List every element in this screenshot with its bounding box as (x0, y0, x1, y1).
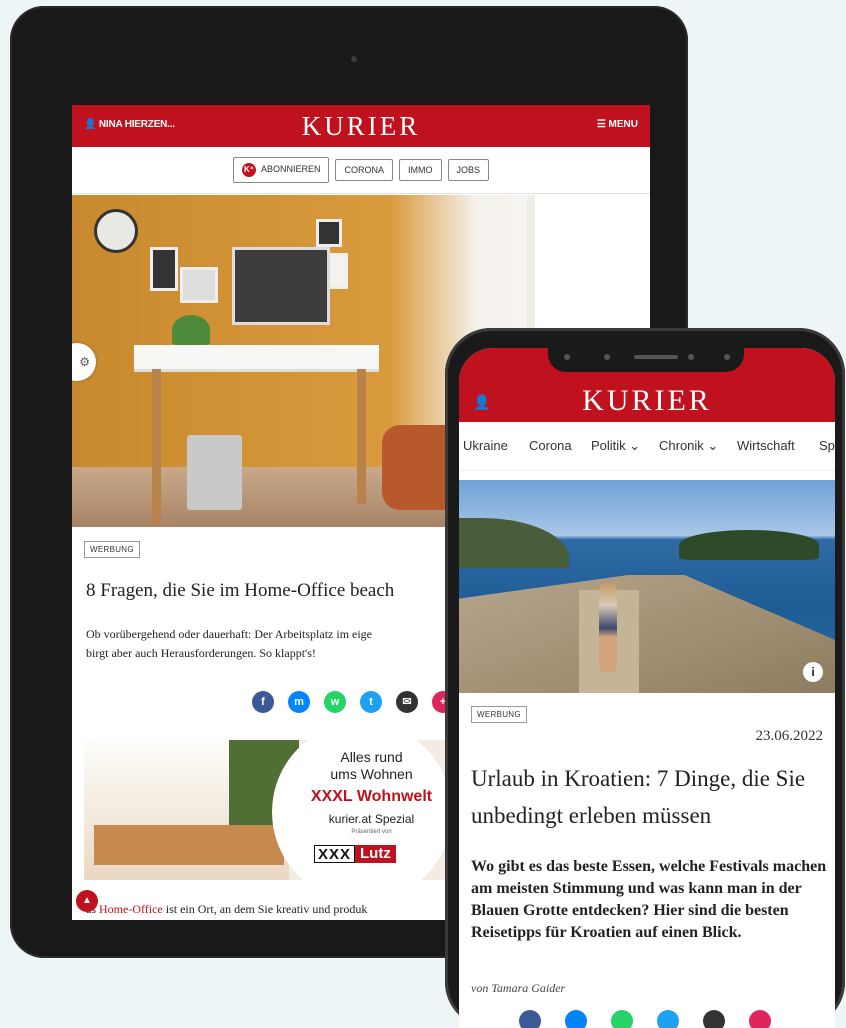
article-body-text: as Home-Office ist ein Ort, an dem Sie k… (86, 902, 367, 917)
tablet-camera (351, 56, 357, 62)
body-post: ist ein Ort, an dem Sie kreativ und prod… (162, 902, 368, 916)
phone-category-nav: Ukraine Corona Politik ⌄ Chronik ⌄ Wirts… (459, 422, 835, 471)
subscribe-button[interactable]: K⁺ ABONNIEREN (232, 157, 330, 183)
ad-presented: Präsentiert von (351, 829, 392, 835)
croatia-hero-image[interactable]: i (459, 480, 835, 693)
share-bar: f m w t ✉ + (252, 691, 454, 713)
settings-icon[interactable]: ⚙ (72, 343, 96, 381)
whatsapp-icon[interactable] (611, 1010, 633, 1028)
notch-speaker (634, 355, 678, 359)
nav-politik[interactable]: Politik ⌄ (591, 438, 640, 454)
hero-plant (172, 315, 210, 345)
hero-person (599, 583, 617, 673)
summary-line: Ob vorübergehend oder dauerhaft: Der Arb… (86, 627, 373, 641)
ad-badge: WERBUNG (471, 706, 527, 723)
notch-sensor (688, 354, 694, 360)
more-share-icon[interactable] (749, 1010, 771, 1028)
hero-coast (459, 518, 569, 568)
home-office-link[interactable]: Home-Office (99, 902, 163, 916)
tablet-top-nav: K⁺ ABONNIEREN CORONA IMMO JOBS (72, 147, 650, 194)
notch-camera (604, 354, 610, 360)
phone-notch (548, 342, 744, 372)
nav-jobs[interactable]: JOBS (447, 159, 490, 181)
xxxl-ad-banner[interactable]: Alles rund ums Wohnen XXXL Wohnwelt kurie… (84, 740, 454, 880)
hero-desk-leg (357, 369, 366, 504)
menu-button[interactable]: ☰ MENU (597, 119, 638, 130)
scroll-top-icon[interactable]: ▲ (76, 890, 98, 912)
email-icon[interactable] (703, 1010, 725, 1028)
hero-desk-leg (152, 369, 161, 524)
xxxlutz-logo: XXX Lutz (314, 845, 406, 863)
article-summary: Wo gibt es das beste Essen, welche Festi… (471, 858, 827, 941)
hero-frame (316, 219, 342, 247)
article-headline[interactable]: Urlaub in Kroatien: 7 Dinge, die Sie unb… (471, 760, 831, 834)
messenger-icon[interactable] (565, 1010, 587, 1028)
notch-sensor (564, 354, 570, 360)
nav-immo[interactable]: IMMO (399, 159, 442, 181)
article-author: von Tamara Gaider (471, 981, 566, 995)
whatsapp-icon[interactable]: w (324, 691, 346, 713)
info-icon[interactable]: i (803, 662, 823, 682)
k-plus-icon: K⁺ (241, 163, 256, 177)
ad-badge: WERBUNG (84, 541, 140, 558)
ad-line1: Alles rund ums Wohnen (330, 749, 413, 782)
nav-sport[interactable]: Sp (819, 438, 835, 453)
hero-city-wall (459, 575, 835, 693)
summary-line: birgt aber auch Herausforderungen. So kl… (86, 646, 316, 660)
phone-device: 👤 KURIER Ukraine Corona Politik ⌄ Chroni… (445, 328, 845, 1028)
publish-date: 23.06.2022 (755, 728, 824, 744)
hero-island (679, 530, 819, 560)
hero-frame (150, 247, 178, 291)
ad-site: kurier.at Spezial (328, 812, 415, 826)
hero-monitor (232, 247, 330, 325)
nav-corona[interactable]: Corona (529, 438, 572, 453)
hero-desk (134, 345, 379, 372)
kurier-logo[interactable]: KURIER (459, 384, 835, 418)
ad-table (94, 825, 284, 865)
hero-bin (187, 435, 242, 510)
hero-frame (180, 267, 218, 303)
hero-mirror (94, 209, 138, 253)
notch-sensor (724, 354, 730, 360)
nav-wirtschaft[interactable]: Wirtschaft (737, 438, 795, 453)
facebook-icon[interactable] (519, 1010, 541, 1028)
twitter-icon[interactable] (657, 1010, 679, 1028)
twitter-icon[interactable]: t (360, 691, 382, 713)
facebook-icon[interactable]: f (252, 691, 274, 713)
share-bar (519, 1010, 771, 1028)
nav-corona[interactable]: CORONA (335, 159, 393, 181)
nav-ukraine[interactable]: Ukraine (463, 438, 508, 453)
article-headline[interactable]: 8 Fragen, die Sie im Home-Office beach (86, 580, 394, 602)
nav-chronik[interactable]: Chronik ⌄ (659, 438, 718, 454)
phone-screen: 👤 KURIER Ukraine Corona Politik ⌄ Chroni… (459, 348, 835, 1028)
email-icon[interactable]: ✉ (396, 691, 418, 713)
tablet-header: 👤 NINA HIERZEN... KURIER ☰ MENU (72, 105, 650, 147)
article-summary: Ob vorübergehend oder dauerhaft: Der Arb… (86, 625, 372, 663)
ad-brand: XXXL Wohnwelt (310, 788, 433, 805)
kurier-logo[interactable]: KURIER (72, 111, 650, 142)
messenger-icon[interactable]: m (288, 691, 310, 713)
